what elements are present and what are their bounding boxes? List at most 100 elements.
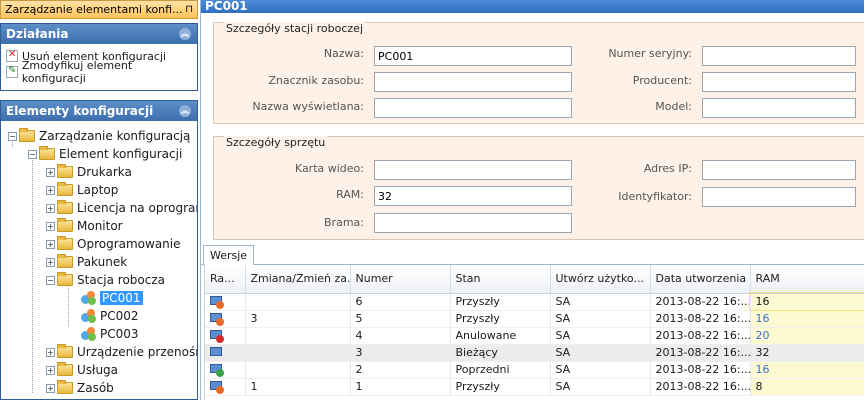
cell-user: SA — [550, 378, 651, 396]
config-tree: − Zarządzanie konfiguracją − Element kon… — [1, 121, 197, 397]
elements-panel-title: Elementy konfiguracji — [6, 104, 154, 118]
expand-toggle[interactable]: + — [46, 347, 55, 357]
edit-icon — [6, 65, 18, 78]
producer-label: Producent: — [632, 74, 692, 87]
tree-node-monitor[interactable]: + Monitor — [1, 217, 197, 235]
asset-tag-label: Znacznik zasobu: — [268, 74, 364, 87]
ip-address-field[interactable] — [702, 160, 856, 180]
folder-icon — [57, 380, 73, 394]
workstation-details-group: Szczegóły stacji roboczej Nazwa: Znaczni… — [213, 22, 864, 124]
column-header-ram[interactable]: RAM — [750, 265, 864, 294]
serial-number-label: Numer seryjny: — [608, 47, 692, 60]
folder-icon — [57, 362, 73, 376]
document-tab[interactable]: Zarządzanie elementami konfi... ⊓ — [0, 0, 198, 19]
collapse-chevron-icon[interactable]: ︽ — [179, 105, 191, 117]
tree-node-label: Urządzenie przenośne — [77, 345, 198, 359]
tree-node-service[interactable]: + Usługa — [1, 361, 197, 379]
cell-state: Anulowane — [450, 327, 551, 345]
tree-node-laptop[interactable]: + Laptop — [1, 181, 197, 199]
hardware-details-group: Szczegóły sprzętu Karta wideo: RAM: Bram… — [213, 136, 864, 240]
ram-field[interactable] — [374, 186, 572, 206]
folder-icon — [57, 182, 73, 196]
version-current-icon — [210, 346, 224, 360]
folder-icon — [57, 164, 73, 178]
producer-field[interactable] — [702, 72, 856, 92]
expand-toggle[interactable]: + — [46, 257, 55, 267]
expand-toggle[interactable]: + — [46, 239, 55, 249]
cell-ram: 16 — [749, 292, 864, 311]
table-row[interactable]: 1 1 Przyszły SA 2013-08-22 16:... 8 — [205, 378, 864, 396]
column-header-number[interactable]: Numer — [350, 265, 451, 294]
tree-node-workstation[interactable]: − Stacja robocza — [1, 271, 197, 289]
version-future-icon — [210, 380, 224, 394]
cell-number: 5 — [350, 310, 451, 328]
tree-node-label-selected: PC001 — [100, 291, 143, 305]
tree-node-label: Element konfiguracji — [59, 147, 183, 161]
cell-change — [245, 344, 351, 362]
tree-node-pc001[interactable]: PC001 — [1, 289, 197, 307]
name-label: Nazwa: — [323, 47, 364, 60]
collapse-toggle[interactable]: − — [46, 275, 55, 285]
version-cancelled-icon — [210, 329, 224, 343]
asset-tag-field[interactable] — [374, 72, 572, 92]
tree-node-pc003[interactable]: PC003 — [1, 325, 197, 343]
table-row[interactable]: 2 Poprzedni SA 2013-08-22 16:... 16 — [205, 361, 864, 379]
cell-date: 2013-08-22 16:... — [650, 344, 751, 362]
expand-toggle[interactable]: + — [46, 185, 55, 195]
table-row[interactable]: 3 Bieżący SA 2013-08-22 16:... 32 — [205, 344, 864, 362]
identifier-field[interactable] — [702, 187, 856, 207]
table-row[interactable]: 6 Przyszły SA 2013-08-22 16:... 16 — [205, 292, 864, 311]
table-row[interactable]: 3 5 Przyszły SA 2013-08-22 16:... 16 — [205, 310, 864, 328]
serial-number-field[interactable] — [702, 46, 856, 66]
tree-node-label: Zasób — [77, 381, 114, 395]
cell-date: 2013-08-22 16:... — [650, 293, 751, 311]
group-title: Szczegóły stacji roboczej — [224, 22, 366, 35]
detail-panel: PC001 Szczegóły stacji roboczej Nazwa: Z… — [200, 0, 864, 400]
collapse-toggle[interactable]: − — [28, 149, 37, 159]
video-card-field[interactable] — [374, 160, 572, 180]
column-header-created-by[interactable]: Utwórz użytko... — [550, 265, 651, 294]
configuration-item-icon — [81, 309, 97, 323]
tree-node-package[interactable]: + Pakunek — [1, 253, 197, 271]
expand-toggle[interactable]: + — [46, 167, 55, 177]
collapse-toggle[interactable]: − — [8, 131, 17, 141]
expand-toggle[interactable]: + — [46, 203, 55, 213]
display-name-field[interactable] — [374, 98, 572, 118]
actions-panel-header[interactable]: Działania ︽ — [1, 24, 197, 44]
expand-toggle[interactable]: + — [46, 383, 55, 393]
modify-element-action[interactable]: Zmodyfikuj element konfiguracji — [1, 59, 197, 85]
column-header-state[interactable]: Stan — [450, 265, 551, 294]
column-header-change[interactable]: Zmiana/Zmień za... — [245, 265, 351, 294]
tree-node-config-element[interactable]: − Element konfiguracji — [1, 145, 197, 163]
collapse-chevron-icon[interactable]: ︽ — [179, 28, 191, 40]
cell-user: SA — [550, 361, 651, 379]
folder-open-icon — [19, 128, 35, 142]
expand-toggle[interactable]: + — [46, 365, 55, 375]
tree-node-label: Usługa — [77, 363, 119, 377]
elements-panel-header[interactable]: Elementy konfiguracji ︽ — [1, 101, 197, 121]
tree-node-label: Stacja robocza — [77, 273, 165, 287]
cell-change: 1 — [245, 378, 351, 396]
tree-node-asset[interactable]: + Zasób — [1, 379, 197, 397]
expand-toggle[interactable]: + — [46, 221, 55, 231]
name-field[interactable] — [374, 46, 572, 66]
tree-node-root[interactable]: − Zarządzanie konfiguracją — [1, 127, 197, 145]
cell-state: Bieżący — [450, 344, 551, 362]
tree-node-printer[interactable]: + Drukarka — [1, 163, 197, 181]
table-row[interactable]: 4 Anulowane SA 2013-08-22 16:... 20 — [205, 327, 864, 345]
cell-change — [245, 361, 351, 379]
gateway-field[interactable] — [374, 213, 572, 233]
cell-change — [245, 327, 351, 345]
column-header-icon[interactable]: Ra... — [205, 265, 246, 294]
model-field[interactable] — [702, 98, 856, 118]
tab-versions[interactable]: Wersje — [203, 245, 255, 266]
tree-node-software[interactable]: + Oprogramowanie — [1, 235, 197, 253]
video-card-label: Karta wideo: — [294, 162, 364, 175]
column-header-created-date[interactable]: Data utworzenia — [650, 265, 751, 294]
tree-node-pc002[interactable]: PC002 — [1, 307, 197, 325]
left-panel: Zarządzanie elementami konfi... ⊓ Działa… — [0, 0, 198, 400]
cell-state: Przyszły — [450, 378, 551, 396]
tree-node-mobile-device[interactable]: + Urządzenie przenośne — [1, 343, 197, 361]
pin-icon[interactable]: ⊓ — [185, 4, 193, 15]
tree-node-license[interactable]: + Licencja na oprogram — [1, 199, 197, 217]
